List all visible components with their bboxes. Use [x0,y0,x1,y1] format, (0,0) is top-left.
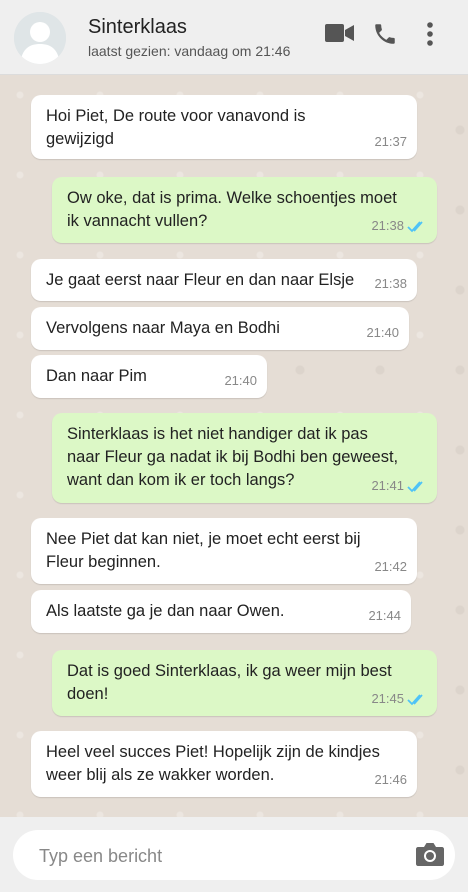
message-text: Als laatste ga je dan naar Owen. [46,602,285,620]
message-time: 21:38 [374,276,407,291]
double-check-icon [407,480,423,492]
message-incoming[interactable]: Nee Piet dat kan niet, je moet echt eers… [31,518,417,584]
message-input-container[interactable] [13,830,455,882]
message-incoming[interactable]: Dan naar Pim 21:40 [31,355,267,398]
message-time: 21:41 [371,478,404,493]
message-text: Je gaat eerst naar Fleur en dan naar Els… [46,271,355,289]
message-time: 21:45 [371,691,404,706]
message-incoming[interactable]: Als laatste ga je dan naar Owen. 21:44 [31,590,411,633]
message-incoming[interactable]: Heel veel succes Piet! Hopelijk zijn de … [31,731,417,797]
contact-name[interactable]: Sinterklaas [88,16,187,39]
message-time: 21:37 [374,134,407,149]
message-outgoing[interactable]: Dat is goed Sinterklaas, ik ga weer mijn… [52,650,437,716]
composer-bar [0,817,468,892]
double-check-icon [407,220,423,232]
message-time: 21:40 [224,373,257,388]
message-text: Heel veel succes Piet! Hopelijk zijn de … [46,743,380,784]
message-time: 21:44 [368,608,401,623]
message-list[interactable]: Hoi Piet, De route voor vanavond is gewi… [0,75,468,817]
chat-header: Sinterklaas laatst gezien: vandaag om 21… [0,0,468,75]
camera-icon[interactable] [415,841,445,872]
message-outgoing[interactable]: Ow oke, dat is prima. Welke schoentjes m… [52,177,437,243]
message-time: 21:40 [366,325,399,340]
message-text: Ow oke, dat is prima. Welke schoentjes m… [67,189,397,230]
last-seen-status: laatst gezien: vandaag om 21:46 [88,43,291,59]
message-incoming[interactable]: Vervolgens naar Maya en Bodhi 21:40 [31,307,409,350]
message-input[interactable] [37,830,401,882]
message-text: Sinterklaas is het niet handiger dat ik … [67,425,399,489]
video-call-icon[interactable] [325,22,355,49]
message-incoming[interactable]: Je gaat eerst naar Fleur en dan naar Els… [31,259,417,301]
more-options-icon[interactable] [424,20,436,53]
message-outgoing[interactable]: Sinterklaas is het niet handiger dat ik … [52,413,437,503]
message-text: Vervolgens naar Maya en Bodhi [46,319,280,337]
message-text: Dat is goed Sinterklaas, ik ga weer mijn… [67,662,392,703]
avatar[interactable] [14,12,66,64]
default-avatar-icon [14,12,66,64]
message-time: 21:38 [371,218,404,233]
message-text: Nee Piet dat kan niet, je moet echt eers… [46,530,361,571]
double-check-icon [407,693,423,705]
message-text: Hoi Piet, De route voor vanavond is gewi… [46,107,306,148]
phone-icon[interactable] [372,21,398,52]
message-text: Dan naar Pim [46,367,147,385]
message-incoming[interactable]: Hoi Piet, De route voor vanavond is gewi… [31,95,417,159]
message-time: 21:46 [374,772,407,787]
message-time: 21:42 [374,559,407,574]
